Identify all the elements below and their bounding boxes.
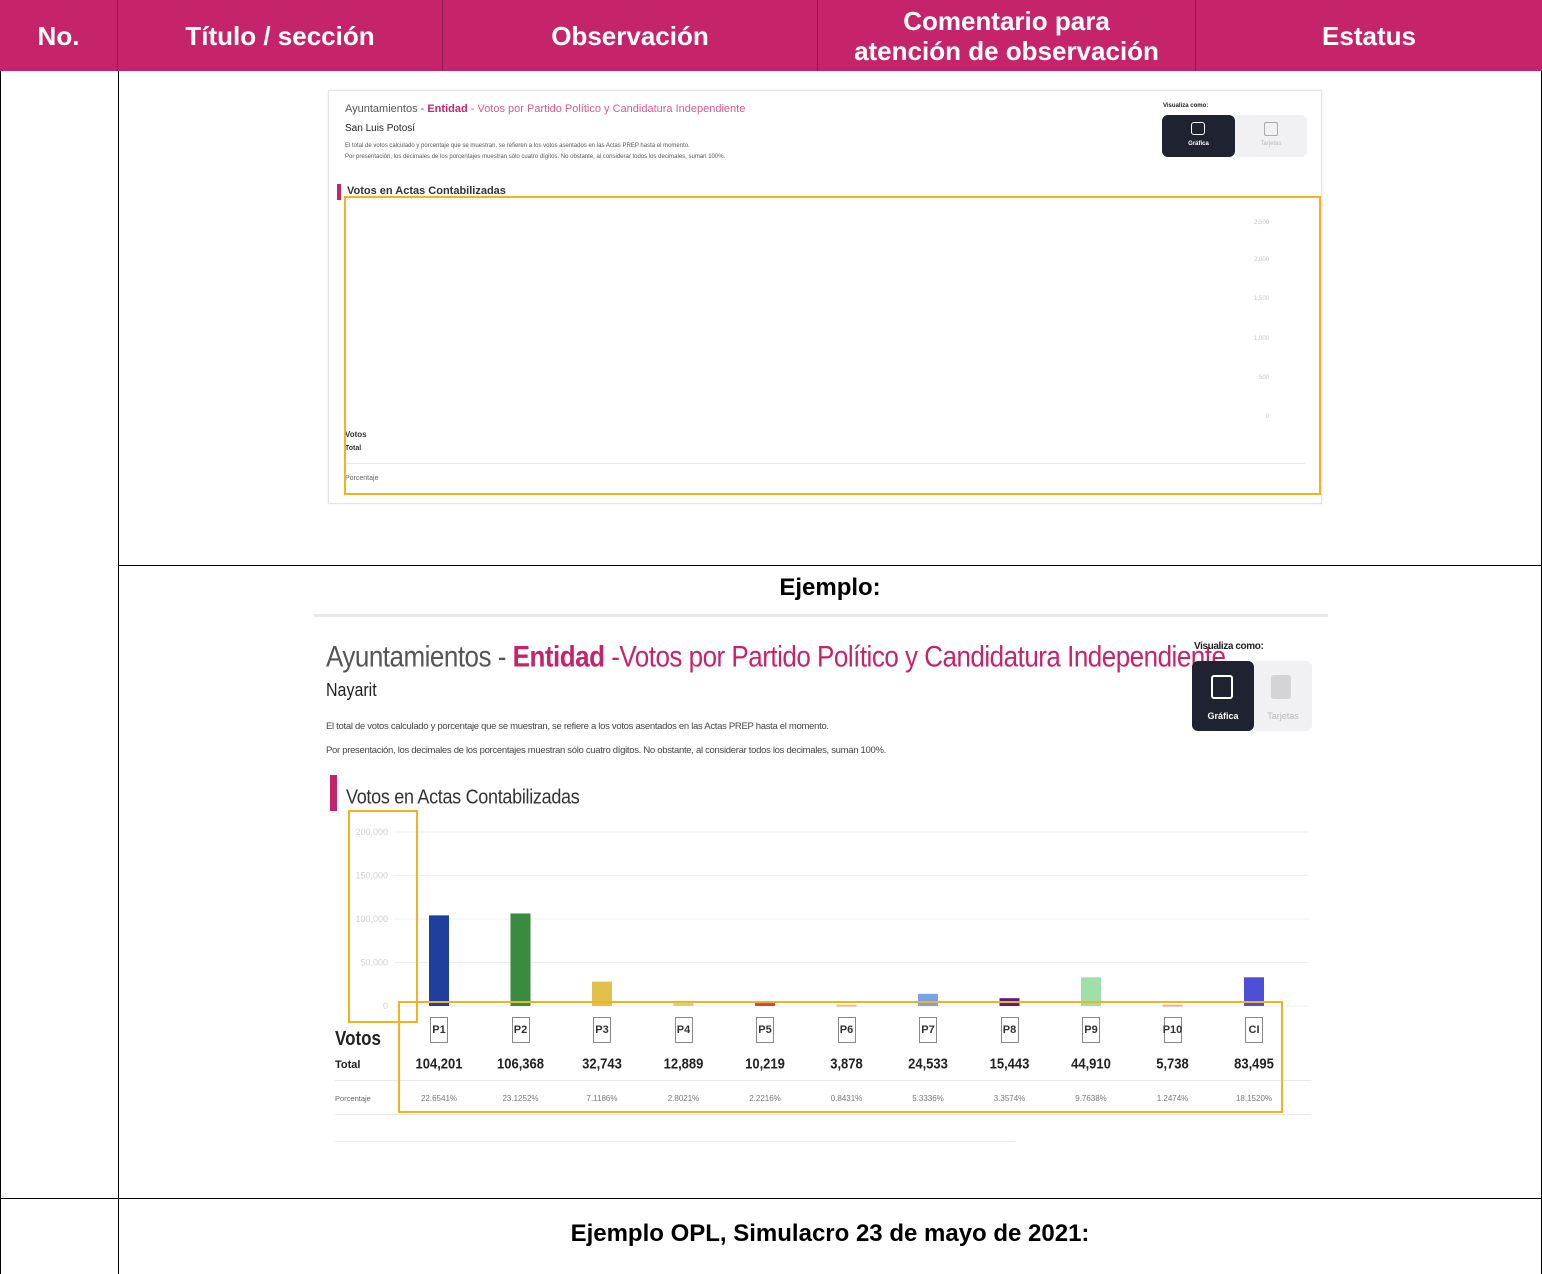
grid-icon — [1264, 122, 1278, 136]
s1-note1: El total de votos calculado y porcentaje… — [345, 143, 690, 149]
s1-title: Ayuntamientos - Entidad - Votos por Part… — [345, 103, 745, 115]
header-titulo: Título / sección — [118, 0, 443, 71]
s2-values-highlight-box — [398, 1001, 1283, 1113]
chart-icon — [1191, 122, 1205, 135]
header-comentario: Comentario para atención de observación — [818, 0, 1196, 71]
s2-votos-label: Votos — [335, 1027, 381, 1050]
s2-footer-rule — [335, 1141, 1015, 1142]
s1-state: San Luis Potosí — [345, 123, 416, 134]
s1-section-marker — [337, 184, 341, 200]
s1-title-entity: Entidad — [427, 103, 468, 115]
row-title-ejemplo-opl: Ejemplo OPL, Simulacro 23 de mayo de 202… — [570, 1220, 1090, 1247]
s1-view-label: Visualiza como: — [1163, 103, 1209, 109]
row-divider-1 — [118, 565, 1542, 566]
s2-yaxis-highlight-box — [348, 810, 418, 1023]
s2-porcentaje-label: Porcentaje — [335, 1094, 371, 1103]
s1-highlight-box — [344, 196, 1321, 495]
s1-title-suffix: - Votos por Partido Político y Candidatu… — [467, 103, 746, 115]
s1-table-toggle[interactable]: Tarjetas — [1235, 115, 1307, 157]
header-comentario-line2: atención de observación — [854, 35, 1159, 66]
table-border-left — [0, 71, 1, 1274]
row-title-ejemplo: Ejemplo: — [779, 574, 881, 601]
header-no: No. — [0, 0, 118, 71]
table-col-divider — [118, 71, 119, 1274]
bar-p1[interactable] — [429, 915, 449, 1006]
bar-p2[interactable] — [510, 913, 531, 1006]
screenshot-nayarit: Ayuntamientos - Entidad -Votos por Parti… — [314, 614, 1328, 1151]
s1-chart-toggle[interactable]: Gráfica — [1162, 115, 1235, 157]
header-estatus: Estatus — [1196, 0, 1542, 71]
s1-btn-chart-label: Gráfica — [1188, 141, 1209, 147]
header-observacion: Observación — [443, 0, 818, 71]
s1-btn-table-label: Tarjetas — [1260, 141, 1282, 147]
row-divider-2 — [0, 1198, 1542, 1199]
s1-title-prefix: Ayuntamientos - — [345, 103, 428, 115]
s1-note2: Por presentación, los decimales de los p… — [345, 154, 726, 160]
s2-row-divider-2 — [335, 1114, 1311, 1115]
header-comentario-line1: Comentario para — [903, 5, 1110, 36]
s2-total-label: Total — [335, 1059, 361, 1071]
screenshot-san-luis-potosi: Ayuntamientos - Entidad - Votos por Part… — [328, 90, 1322, 504]
